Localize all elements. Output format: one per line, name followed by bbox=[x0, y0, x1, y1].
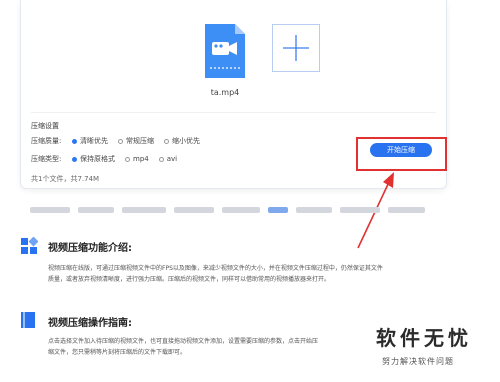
divider bbox=[31, 112, 436, 113]
blurred-text-bar bbox=[30, 205, 425, 215]
watermark-tagline: 努力解决软件问题 bbox=[382, 357, 454, 366]
radio-icon bbox=[125, 156, 130, 162]
radio-selected-icon bbox=[72, 156, 77, 162]
quality-label: 压缩质量: bbox=[31, 137, 62, 145]
file-name: ta.mp4 bbox=[210, 88, 240, 97]
section-title: 视频压缩功能介绍: bbox=[48, 243, 132, 254]
plus-icon bbox=[283, 35, 309, 61]
watermark-logo: 软件无忧 bbox=[376, 326, 472, 350]
section-body: 视频压缩在线版，可通过压缩视频文件中的FPS以及图像，来减少视频文件的大小，并在… bbox=[48, 265, 383, 283]
video-file-icon[interactable] bbox=[203, 22, 247, 80]
highlight-box bbox=[356, 137, 447, 171]
section-title: 视频压缩操作指南: bbox=[48, 318, 132, 329]
radio-icon bbox=[164, 138, 169, 144]
type-label: 压缩类型: bbox=[31, 155, 62, 163]
add-file-button[interactable] bbox=[272, 24, 320, 72]
quality-row: 压缩质量: 清晰优先 常规压缩 缩小优先 bbox=[31, 136, 210, 146]
book-icon bbox=[21, 312, 35, 328]
type-row: 压缩类型: 保持原格式 mp4 avi bbox=[31, 154, 187, 164]
type-option-1[interactable]: 保持原格式 bbox=[72, 154, 115, 164]
settings-title: 压缩设置 bbox=[31, 122, 59, 130]
quality-option-2[interactable]: 常规压缩 bbox=[118, 136, 154, 146]
quality-option-1[interactable]: 清晰优先 bbox=[72, 136, 108, 146]
file-count: 共1个文件，共7.74M bbox=[31, 175, 100, 183]
type-option-2[interactable]: mp4 bbox=[125, 155, 149, 163]
section-body: 点击选择文件加入待压缩的视频文件，也可直接拖动视频文件添加，设置需要压缩的参数，… bbox=[48, 338, 319, 356]
radio-selected-icon bbox=[72, 138, 77, 144]
radio-icon bbox=[158, 156, 164, 162]
radio-icon bbox=[118, 138, 123, 144]
type-option-3[interactable]: avi bbox=[158, 155, 177, 163]
quality-option-3[interactable]: 缩小优先 bbox=[164, 136, 200, 146]
feature-grid-icon bbox=[21, 237, 38, 254]
